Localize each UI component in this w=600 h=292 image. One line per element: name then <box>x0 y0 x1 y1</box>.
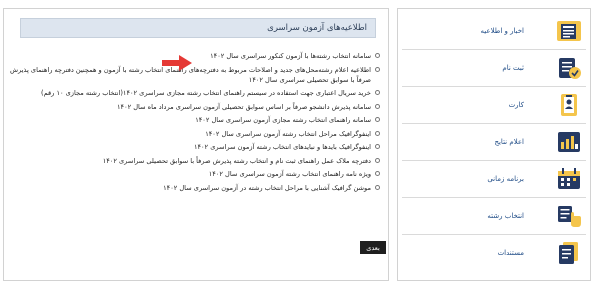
menu-item-field-selection[interactable]: انتخاب رشته <box>398 198 590 234</box>
menu-item-label: مستندات <box>497 249 524 257</box>
announcement-link[interactable]: اینفوگرافیک بایدها و نبایدهای انتخاب رشت… <box>10 142 371 152</box>
menu-item-news[interactable]: اخبار و اطلاعیه <box>398 13 590 49</box>
list-item[interactable]: اطلاعیه اعلام رشته‌محل‌های جدید و اصلاحا… <box>10 65 380 85</box>
announcement-link[interactable]: ویژه نامه راهنمای انتخاب رشته آزمون سراس… <box>10 169 371 179</box>
menu-item-card[interactable]: کارت <box>398 87 590 123</box>
list-item[interactable]: سامانه پذیرش دانشجو صرفاً بر اساس سوابق … <box>10 102 380 112</box>
panel-header: اطلاعیه‌های آزمون سراسری <box>20 18 376 38</box>
menu-item-results[interactable]: اعلام نتایج <box>398 124 590 160</box>
menu-item-label: اخبار و اطلاعیه <box>480 27 524 35</box>
announcement-link[interactable]: خرید سریال اعتباری جهت استفاده در سیستم … <box>10 88 371 98</box>
bullet-icon <box>375 53 380 58</box>
menu-item-schedule[interactable]: برنامه زمانی <box>398 161 590 197</box>
bullet-icon <box>375 157 380 163</box>
bullet-icon <box>375 184 380 190</box>
bullet-icon <box>375 117 380 122</box>
results-chart-icon <box>558 132 580 152</box>
bullet-icon <box>375 144 380 149</box>
calendar-icon <box>558 168 580 189</box>
menu-item-label: کارت <box>508 101 524 109</box>
announcements-panel: اطلاعیه‌های آزمون سراسری سامانه انتخاب ر… <box>3 8 389 281</box>
bullet-icon <box>375 171 380 176</box>
list-item[interactable]: موشن گرافیک آشنایی با مراحل انتخاب رشته … <box>10 183 380 193</box>
red-arrow-icon <box>162 55 192 71</box>
list-item[interactable]: اینفوگرافیک مراحل انتخاب رشته آزمون سراس… <box>10 129 380 139</box>
id-card-icon <box>561 94 577 116</box>
menu-item-label: اعلام نتایج <box>494 138 524 146</box>
announcement-link[interactable]: سامانه پذیرش دانشجو صرفاً بر اساس سوابق … <box>10 102 371 112</box>
bullet-icon <box>375 90 380 95</box>
list-item[interactable]: ویژه نامه راهنمای انتخاب رشته آزمون سراس… <box>10 169 380 179</box>
next-button[interactable]: بعدی <box>360 241 386 254</box>
menu-item-registration[interactable]: ثبت نام <box>398 50 590 86</box>
bullet-icon <box>375 66 380 72</box>
selection-hand-icon <box>558 206 581 227</box>
list-item[interactable]: سامانه انتخاب رشته‌ها با آزمون کنکور سرا… <box>10 51 380 61</box>
bullet-icon <box>375 103 380 109</box>
side-menu: اخبار و اطلاعیه ثبت نام کارت اعلام نتایج… <box>397 8 591 281</box>
registration-form-icon <box>559 58 581 79</box>
panel-title: اطلاعیه‌های آزمون سراسری <box>267 23 367 33</box>
menu-item-label: ثبت نام <box>502 64 524 72</box>
menu-item-documents[interactable]: مستندات <box>398 235 590 271</box>
bullet-icon <box>375 130 380 136</box>
newspaper-icon <box>557 21 581 41</box>
announcement-link[interactable]: سامانه انتخاب رشته‌ها با آزمون کنکور سرا… <box>210 51 371 61</box>
menu-item-label: انتخاب رشته <box>487 212 524 220</box>
list-item[interactable]: دفترچه ملاک عمل راهنمای ثبت نام و انتخاب… <box>10 156 380 166</box>
list-item[interactable]: خرید سریال اعتباری جهت استفاده در سیستم … <box>10 88 380 98</box>
menu-item-label: برنامه زمانی <box>487 175 524 183</box>
announcements-list: سامانه انتخاب رشته‌ها با آزمون کنکور سرا… <box>10 51 380 196</box>
list-item[interactable]: سامانه راهنمای انتخاب رشته مجازی آزمون س… <box>10 115 380 125</box>
announcement-link[interactable]: اینفوگرافیک مراحل انتخاب رشته آزمون سراس… <box>10 129 371 139</box>
list-item[interactable]: اینفوگرافیک بایدها و نبایدهای انتخاب رشت… <box>10 142 380 152</box>
documents-icon <box>559 242 578 264</box>
announcement-link[interactable]: موشن گرافیک آشنایی با مراحل انتخاب رشته … <box>10 183 371 193</box>
announcement-link[interactable]: دفترچه ملاک عمل راهنمای ثبت نام و انتخاب… <box>10 156 371 166</box>
announcement-link[interactable]: سامانه راهنمای انتخاب رشته مجازی آزمون س… <box>10 115 371 125</box>
